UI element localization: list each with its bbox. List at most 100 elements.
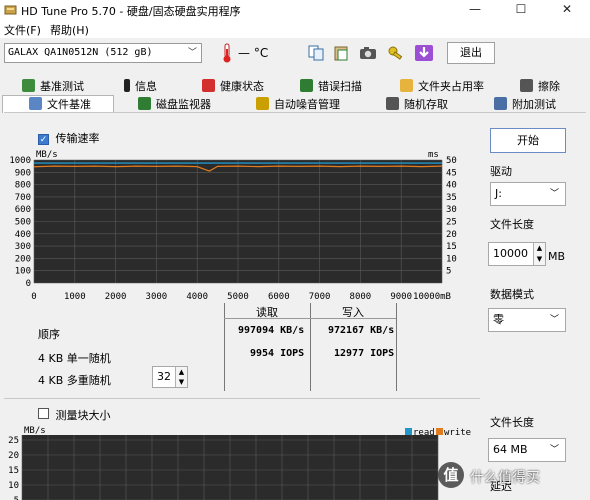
x-tick-label: 9000 (390, 292, 412, 302)
queue-depth-stepper[interactable]: 32 ▲ ▼ (152, 366, 188, 388)
x-tick-label: 3000 (146, 292, 168, 302)
title-bar: HD Tune Pro 5.70 - 硬盘/固态硬盘实用程序 — ☐ ✕ (0, 0, 590, 20)
table-divider-2 (310, 303, 311, 391)
data-mode-value: 零 (493, 313, 504, 326)
y-tick-label: 300 (15, 242, 31, 252)
menu-file[interactable]: 文件(F) (4, 22, 41, 38)
x-tick-label: 2000 (105, 292, 127, 302)
y2-tick-label: 30 (446, 205, 457, 215)
file-length-unit: MB (548, 250, 566, 263)
watermark-text: 什么值得买 (470, 470, 540, 486)
spinner-arrows-icon[interactable]: ▲ ▼ (175, 367, 187, 387)
sequential-write-value: 972167 KB/s (328, 325, 395, 336)
checkmark-icon: ✓ (38, 134, 49, 145)
y-tick-label: 600 (15, 205, 31, 215)
y-tick-label: 500 (15, 218, 31, 228)
spinner-arrows-icon[interactable]: ▲ ▼ (533, 243, 545, 265)
y2-tick-label: 45 (446, 168, 457, 178)
y-tick-label: 900 (15, 168, 31, 178)
file-length2-label: 文件长度 (490, 416, 534, 429)
y2-tick-label: 40 (446, 181, 457, 191)
download-icon[interactable] (414, 44, 434, 62)
tab-folder-usage[interactable]: 文件夹占用率 (400, 78, 484, 95)
menu-help[interactable]: 帮助(H) (50, 22, 89, 38)
camera-icon[interactable] (358, 44, 378, 62)
tab-random-access[interactable]: 随机存取 (386, 96, 448, 113)
block-size-checkbox[interactable]: 测量块大小 (38, 407, 111, 423)
legend-read-label: read (413, 428, 435, 438)
maximize-button[interactable]: ☐ (498, 0, 544, 20)
table-header-line (224, 318, 396, 319)
x-tick-label: 10000mB (413, 292, 451, 302)
watermark-logo: 值 (438, 462, 464, 488)
y2-tick-label: 50 (446, 156, 457, 166)
tab-aam[interactable]: 自动噪音管理 (256, 96, 340, 113)
random-icon (386, 97, 399, 110)
tab-erase[interactable]: 擦除 (520, 78, 560, 95)
table-divider-3 (396, 303, 397, 391)
tab-benchmark[interactable]: 基准测试 (22, 78, 84, 95)
sequential-read-value: 997094 KB/s (238, 325, 305, 336)
drive-letter-select[interactable]: J: ﹀ (490, 182, 566, 206)
minimize-button[interactable]: — (452, 0, 498, 20)
x-tick-label: 0 (31, 292, 36, 302)
file-length-input[interactable]: 10000 ▲ ▼ (488, 242, 546, 266)
block-file-length-select[interactable]: 64 MB ﹀ (488, 438, 566, 462)
tab-health[interactable]: 健康状态 (202, 78, 264, 95)
scan-icon (300, 79, 313, 92)
x-tick-label: 8000 (350, 292, 372, 302)
app-icon (4, 5, 17, 15)
row-4kb-single-label: 4 KB 单一随机 (38, 352, 111, 365)
start-button[interactable]: 开始 (490, 128, 566, 153)
temperature-readout: — °C (238, 46, 269, 60)
data-mode-label: 数据模式 (490, 288, 534, 301)
window-title: HD Tune Pro 5.70 - 硬盘/固态硬盘实用程序 (21, 5, 241, 18)
x-tick-label: 6000 (268, 292, 290, 302)
y-axis-unit: MB/s (36, 150, 58, 160)
block-size-chart: 25 20 15 10 5 MB/s read write (8, 426, 471, 500)
drive-label: 驱动 (490, 165, 512, 178)
y2-tick-label: 25 (446, 218, 457, 228)
transfer-rate-checkbox[interactable]: ✓ 传输速率 (38, 130, 100, 146)
queue-depth-value: 32 (157, 370, 171, 383)
4kb-single-read-value: 9954 IOPS (250, 348, 305, 359)
section-divider (4, 398, 480, 399)
block-y-tick-label: 10 (8, 481, 19, 491)
tab-extra-tests[interactable]: 附加测试 (494, 96, 556, 113)
file-icon (29, 97, 42, 110)
health-icon (202, 79, 215, 92)
tab-info[interactable]: 信息 (124, 78, 157, 95)
x-tick-label: 5000 (227, 292, 249, 302)
x-tick-label: 4000 (186, 292, 208, 302)
menu-bar: 文件(F) 帮助(H) (0, 20, 590, 38)
legend-write-label: write (444, 428, 471, 438)
col-read-header: 读取 (256, 306, 278, 319)
file-length-label: 文件长度 (490, 218, 534, 231)
block-y-tick-label: 25 (8, 436, 19, 446)
keys-icon[interactable] (386, 44, 406, 62)
legend-read-swatch (405, 428, 412, 435)
transfer-rate-label: 传输速率 (55, 132, 100, 145)
y-tick-label: 700 (15, 193, 31, 203)
tab-disk-monitor[interactable]: 磁盘监视器 (138, 96, 211, 113)
x-tick-label: 1000 (64, 292, 86, 302)
tab-file-benchmark[interactable]: 文件基准 (2, 95, 114, 113)
y-tick-label: 1000 (9, 156, 31, 166)
erase-icon (520, 79, 533, 92)
y2-axis-unit: ms (428, 150, 439, 160)
y2-tick-label: 5 (446, 267, 451, 277)
folder-icon (400, 79, 413, 92)
paste-icon[interactable] (332, 44, 352, 62)
data-mode-select[interactable]: 零 ﹀ (488, 308, 566, 332)
exit-button[interactable]: 退出 (447, 42, 495, 64)
y-tick-label: 100 (15, 267, 31, 277)
tab-error-scan[interactable]: 错误扫描 (300, 78, 362, 95)
speed-icon (22, 79, 35, 92)
table-divider-1 (224, 303, 225, 391)
copy-icon[interactable] (306, 44, 326, 62)
drive-select[interactable]: GALAX QA1N0512N (512 gB) ﹀ (4, 43, 202, 63)
close-button[interactable]: ✕ (544, 0, 590, 20)
y2-tick-label: 10 (446, 254, 457, 264)
block-y-unit: MB/s (24, 426, 46, 436)
y2-tick-label: 35 (446, 193, 457, 203)
